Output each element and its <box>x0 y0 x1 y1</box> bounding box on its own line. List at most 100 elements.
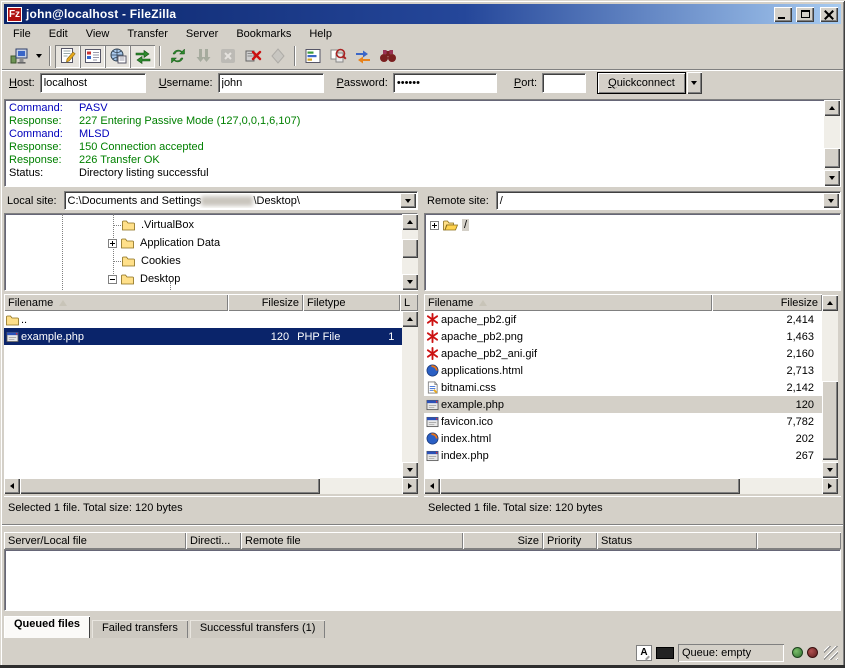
scroll-left-button[interactable] <box>424 478 440 494</box>
site-manager-button[interactable] <box>7 45 32 68</box>
column-header-direction[interactable]: Directi... <box>186 532 241 549</box>
scroll-left-button[interactable] <box>4 478 20 494</box>
file-row[interactable]: applications.html 2,713 <box>424 362 822 379</box>
column-header-filetype[interactable]: Filetype <box>303 294 400 311</box>
column-header-server-local-file[interactable]: Server/Local file <box>4 532 186 549</box>
cancel-operation-button[interactable] <box>215 45 240 68</box>
log-scrollbar[interactable] <box>824 100 840 186</box>
scroll-up-button[interactable] <box>824 100 840 116</box>
transfer-queue[interactable] <box>4 549 841 611</box>
scrollbar-thumb[interactable] <box>824 148 840 168</box>
remote-path-dropdown[interactable] <box>823 193 839 208</box>
column-header-filename[interactable]: Filename <box>424 294 712 311</box>
local-list-scrollbar[interactable] <box>402 311 418 478</box>
file-row[interactable]: .. <box>4 311 402 328</box>
remote-file-list[interactable]: apache_pb2.gif 2,414 apache_pb2.png 1,46… <box>424 311 822 478</box>
file-row[interactable]: bitnami.css 2,142 <box>424 379 822 396</box>
file-row[interactable]: apache_pb2.gif 2,414 <box>424 311 822 328</box>
tree-item[interactable]: Desktop <box>108 270 182 288</box>
local-path-combo[interactable]: C:\Documents and Settings\Desktop\ <box>64 191 418 210</box>
remote-list-scrollbar[interactable] <box>822 295 838 478</box>
port-input[interactable] <box>543 74 585 92</box>
remote-directory-tree[interactable]: / <box>424 213 841 291</box>
scrollbar-thumb[interactable] <box>402 239 418 258</box>
column-header-filename[interactable]: Filename <box>4 294 228 311</box>
column-header-filesize[interactable]: Filesize <box>228 294 303 311</box>
close-button[interactable] <box>820 7 838 22</box>
host-input[interactable] <box>41 74 145 92</box>
local-directory-tree[interactable]: .VirtualBox Application Data Cookies Des… <box>4 213 418 291</box>
file-row[interactable]: index.php 267 <box>424 447 822 464</box>
menu-view[interactable]: View <box>77 26 119 42</box>
username-input[interactable] <box>219 74 323 92</box>
menu-file[interactable]: File <box>4 26 40 42</box>
site-manager-dropdown[interactable] <box>32 45 45 68</box>
quickconnect-button[interactable]: Quickconnect <box>597 72 686 94</box>
disconnect-button[interactable] <box>240 45 265 68</box>
tree-expander-minus-icon[interactable] <box>108 275 117 284</box>
tree-item[interactable]: Application Data <box>108 234 222 252</box>
menu-edit[interactable]: Edit <box>40 26 77 42</box>
local-path-dropdown[interactable] <box>400 193 416 208</box>
minimize-button[interactable] <box>774 7 792 22</box>
tree-item[interactable]: / <box>430 216 469 234</box>
scroll-right-button[interactable] <box>822 478 838 494</box>
toggle-local-tree-button[interactable] <box>80 45 105 68</box>
remote-path-combo[interactable]: / <box>496 191 841 210</box>
scroll-down-button[interactable] <box>822 462 838 478</box>
tab-failed-transfers[interactable]: Failed transfers <box>92 620 188 638</box>
refresh-button[interactable] <box>165 45 190 68</box>
message-log[interactable]: Command:PASV Response:227 Entering Passi… <box>4 99 841 187</box>
toggle-message-log-button[interactable] <box>55 45 80 68</box>
toggle-remote-tree-button[interactable] <box>105 45 130 68</box>
scroll-down-button[interactable] <box>402 274 418 290</box>
menu-bookmarks[interactable]: Bookmarks <box>227 26 300 42</box>
compare-directories-button[interactable] <box>325 45 350 68</box>
column-header-last-modified[interactable]: L <box>400 294 418 311</box>
tree-expander-plus-icon[interactable] <box>108 239 117 248</box>
scroll-right-button[interactable] <box>402 478 418 494</box>
menu-server[interactable]: Server <box>177 26 227 42</box>
column-header-remote-file[interactable]: Remote file <box>241 532 463 549</box>
scroll-up-button[interactable] <box>822 295 838 311</box>
column-header-status[interactable]: Status <box>597 532 757 549</box>
tree-expander-plus-icon[interactable] <box>430 221 439 230</box>
scroll-down-button[interactable] <box>402 462 418 478</box>
scroll-up-button[interactable] <box>402 214 418 230</box>
synchronized-browsing-button[interactable] <box>350 45 375 68</box>
tree-item[interactable]: Cookies <box>121 252 183 270</box>
process-queue-button[interactable] <box>190 45 215 68</box>
local-file-list[interactable]: .. example.php 120 PHP File 1 <box>4 311 402 478</box>
titlebar[interactable]: Fz john@localhost - FileZilla <box>4 4 841 24</box>
remote-list-hscrollbar[interactable] <box>424 478 838 494</box>
remote-root-label[interactable]: / <box>462 219 469 231</box>
find-files-button[interactable] <box>375 45 400 68</box>
scrollbar-thumb[interactable] <box>822 381 838 460</box>
file-row-selected[interactable]: example.php 120 PHP File 1 <box>4 328 402 345</box>
scrollbar-thumb[interactable] <box>20 478 320 494</box>
quickconnect-dropdown[interactable] <box>687 72 702 94</box>
password-input[interactable] <box>394 74 496 92</box>
maximize-button[interactable] <box>796 7 814 22</box>
file-row[interactable]: apache_pb2.png 1,463 <box>424 328 822 345</box>
file-row[interactable]: favicon.ico 7,782 <box>424 413 822 430</box>
file-row-selected[interactable]: example.php 120 <box>424 396 822 413</box>
scroll-up-button[interactable] <box>402 311 418 327</box>
speed-limits-indicator-icon[interactable] <box>656 647 674 659</box>
local-list-hscrollbar[interactable] <box>4 478 418 494</box>
column-header-filesize[interactable]: Filesize <box>712 294 822 311</box>
file-row[interactable]: apache_pb2_ani.gif 2,160 <box>424 345 822 362</box>
column-header-size[interactable]: Size <box>463 532 543 549</box>
toggle-transfer-queue-button[interactable] <box>130 45 155 68</box>
file-row[interactable]: index.html 202 <box>424 430 822 447</box>
scrollbar-thumb[interactable] <box>440 478 740 494</box>
local-tree-scrollbar[interactable] <box>402 214 418 290</box>
tab-successful-transfers[interactable]: Successful transfers (1) <box>190 620 326 638</box>
filter-button[interactable] <box>300 45 325 68</box>
menu-help[interactable]: Help <box>300 26 341 42</box>
menu-transfer[interactable]: Transfer <box>118 26 177 42</box>
resize-grip[interactable] <box>824 646 838 660</box>
transfer-type-indicator-icon[interactable]: A <box>636 645 652 661</box>
reconnect-button[interactable] <box>265 45 290 68</box>
scroll-down-button[interactable] <box>824 170 840 186</box>
